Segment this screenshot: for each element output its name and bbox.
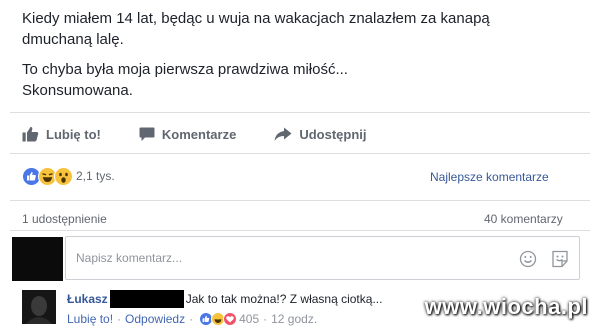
share-button[interactable]: Udostępnij [274, 127, 366, 142]
comment-sort-dropdown[interactable]: Najlepsze komentarze [430, 170, 549, 184]
commenter-avatar[interactable] [22, 290, 56, 324]
separator-dot: · [117, 312, 122, 326]
composer-icons [505, 250, 569, 268]
divider [10, 200, 590, 201]
love-icon [223, 312, 238, 326]
comment-reactions[interactable] [199, 312, 238, 326]
facebook-post: Kiedy miałem 14 lat, będąc u wuja na wak… [0, 0, 600, 332]
post-action-bar: Lubię to! Komentarze Udostępnij [22, 122, 404, 146]
post-text-line: Kiedy miałem 14 lat, będąc u wuja na wak… [22, 10, 490, 27]
speech-bubble-icon [139, 127, 155, 141]
shares-count[interactable]: 1 udostępnienie [22, 212, 107, 226]
divider [10, 230, 590, 231]
comment-reply-link[interactable]: Odpowiedz [125, 312, 185, 326]
watermark: www.wiocha.pl [424, 294, 588, 319]
wow-icon [54, 166, 73, 186]
comment-actions: Lubię to! · Odpowiedz · 405 · 12 godz. [67, 312, 317, 326]
reactions-summary[interactable]: 2,1 tys. [22, 164, 115, 188]
share-button-label: Udostępnij [299, 126, 367, 142]
comment-input[interactable]: Napisz komentarz... [65, 236, 580, 280]
thumbs-up-icon [22, 126, 39, 142]
comment-button-label: Komentarze [161, 126, 237, 142]
post-text-line: dmuchaną lalę. [22, 31, 124, 48]
redaction-bar [109, 290, 184, 308]
like-button-label: Lubię to! [46, 126, 101, 142]
comment-button[interactable]: Komentarze [139, 127, 236, 142]
comment-timestamp[interactable]: 12 godz. [271, 312, 317, 326]
comment-input-placeholder: Napisz komentarz... [76, 251, 183, 265]
share-arrow-icon [274, 127, 292, 141]
divider [10, 112, 590, 113]
avatar-silhouette-icon [22, 290, 56, 324]
comment-text: Jak to tak można!? Z własną ciotką... [185, 292, 383, 306]
avatar [12, 237, 63, 281]
comments-count[interactable]: 40 komentarzy [484, 212, 563, 226]
post-text-line: To chyba była moja pierwsza prawdziwa mi… [22, 61, 348, 78]
reaction-icons [22, 166, 73, 186]
post-text-line: Skonsumowana. [22, 82, 133, 99]
emoji-icon[interactable] [519, 250, 537, 268]
divider [10, 153, 590, 154]
comment-like-link[interactable]: Lubię to! [67, 312, 113, 326]
comment: Łukasz Jak to tak można!? Z własną ciotk… [67, 290, 382, 308]
separator-dot: · [263, 312, 268, 326]
like-button[interactable]: Lubię to! [22, 126, 101, 142]
reactions-count: 2,1 tys. [76, 169, 115, 183]
separator-dot: · [189, 312, 194, 326]
comment-author[interactable]: Łukasz [67, 292, 108, 306]
post-text: Kiedy miałem 14 lat, będąc u wuja na wak… [22, 8, 582, 101]
sticker-icon[interactable] [551, 250, 569, 268]
comment-reactions-count: 405 [239, 312, 260, 326]
